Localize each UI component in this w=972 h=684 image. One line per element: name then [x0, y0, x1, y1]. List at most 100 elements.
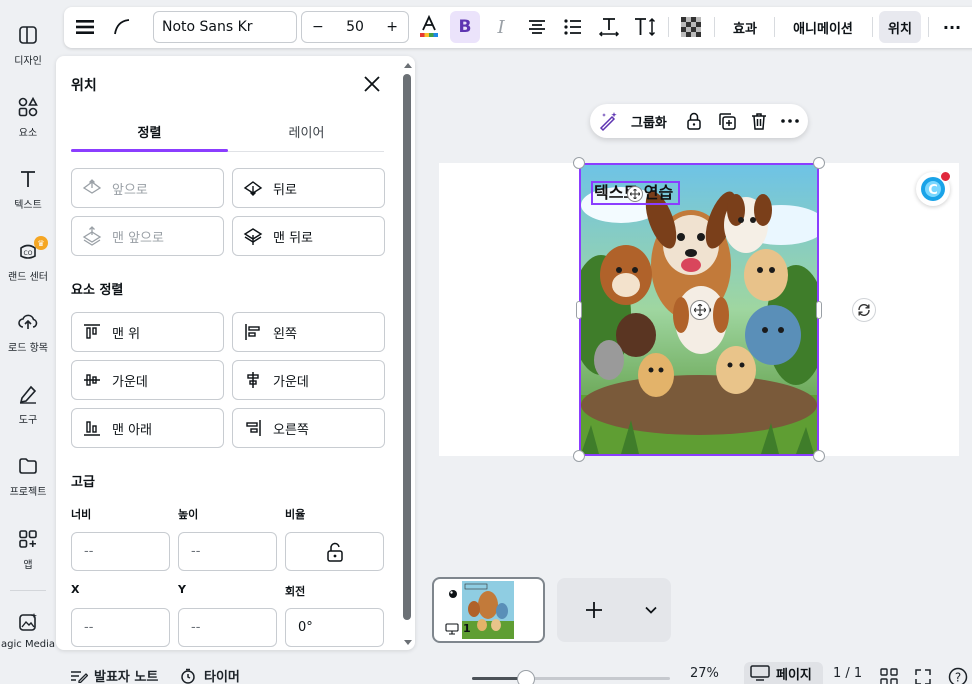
bold-button[interactable]: B: [450, 11, 480, 43]
align-top-button[interactable]: 맨 위: [71, 312, 224, 352]
rail-label: 로드 항목: [8, 343, 48, 354]
rail-item-apps[interactable]: 앱: [0, 528, 56, 571]
timer-button[interactable]: 타이머: [180, 666, 240, 684]
send-to-back-button[interactable]: 맨 뒤로: [232, 216, 385, 256]
align-center-button[interactable]: 가운데: [232, 360, 385, 400]
tab-arrange[interactable]: 정렬: [71, 122, 228, 141]
vertical-text-button[interactable]: [630, 11, 660, 43]
lock-icon[interactable]: [684, 111, 704, 131]
font-size-input[interactable]: 50: [346, 19, 364, 35]
align-bottom-button[interactable]: 맨 아래: [71, 408, 224, 448]
unlock-icon: [326, 542, 343, 562]
height-input[interactable]: --: [178, 532, 277, 571]
align-middle-button[interactable]: 가운데: [71, 360, 224, 400]
pages-view-button[interactable]: 페이지: [744, 662, 823, 684]
effects-button[interactable]: 효과: [722, 11, 768, 43]
text-align-button[interactable]: [522, 11, 552, 43]
send-backward-button[interactable]: 뒤로: [232, 168, 385, 208]
animation-button[interactable]: 애니메이션: [780, 11, 866, 43]
rotate-button[interactable]: [852, 298, 876, 322]
magic-edit-icon[interactable]: [597, 110, 619, 132]
font-size-decrease-button[interactable]: −: [312, 19, 324, 35]
width-input[interactable]: --: [71, 532, 170, 571]
rail-label: 디자인: [14, 56, 42, 67]
transparency-button[interactable]: [676, 11, 706, 43]
more-options-button[interactable]: ···: [934, 11, 970, 43]
position-button[interactable]: 위치: [879, 11, 921, 43]
rail-item-brand[interactable]: CO ♛ 랜드 센터: [0, 236, 56, 283]
toolbar-divider: [928, 17, 929, 37]
image-move-handle-icon[interactable]: [690, 300, 710, 320]
bring-to-front-button[interactable]: 맨 앞으로: [71, 216, 224, 256]
zoom-percentage[interactable]: 27%: [690, 666, 719, 681]
hamburger-menu-button[interactable]: [70, 11, 100, 43]
trash-icon[interactable]: [749, 111, 769, 131]
rail-item-uploads[interactable]: 로드 항목: [0, 311, 56, 354]
rail-item-text[interactable]: 텍스트: [0, 168, 56, 211]
close-panel-button[interactable]: [362, 74, 382, 94]
rotate-icon: [858, 303, 870, 317]
add-page-button[interactable]: [557, 578, 671, 642]
font-size-increase-button[interactable]: +: [386, 19, 398, 35]
canva-assistant-button[interactable]: C: [916, 171, 951, 206]
curve-text-button[interactable]: [106, 11, 138, 43]
align-center-label: 가운데: [273, 374, 309, 390]
rotation-input[interactable]: 0°: [285, 608, 384, 647]
layout-icon: [19, 26, 37, 44]
help-icon[interactable]: ?: [948, 667, 968, 684]
rail-item-draw[interactable]: 도구: [0, 383, 56, 426]
rail-item-design[interactable]: 디자인: [0, 24, 56, 67]
tab-layers[interactable]: 레이어: [228, 122, 385, 141]
grid-view-icon[interactable]: [880, 668, 898, 684]
y-input[interactable]: --: [178, 608, 277, 647]
list-button[interactable]: [558, 11, 588, 43]
svg-text:CO: CO: [24, 250, 33, 257]
bring-forward-button[interactable]: 앞으로: [71, 168, 224, 208]
rail-label: 도구: [18, 415, 38, 426]
align-left-button[interactable]: 왼쪽: [232, 312, 385, 352]
crown-badge-icon: ♛: [34, 236, 48, 250]
resize-handle-bottom-left[interactable]: [573, 450, 585, 462]
rail-item-magic-media[interactable]: agic Media: [0, 611, 56, 650]
bring-to-front-label: 맨 앞으로: [112, 230, 164, 246]
ratio-lock-button[interactable]: [285, 532, 384, 571]
text-icon: [21, 171, 35, 187]
bottom-bar: 발표자 노트 타이머 27% 페이지 1 / 1 ?: [0, 662, 972, 684]
folder-icon: [19, 458, 37, 474]
resize-handle-right[interactable]: [816, 301, 822, 319]
left-rail: 디자인 요소 텍스트 CO ♛ 랜드 센터 로드 항목 도구 프로젝트 앱 ag…: [0, 0, 56, 684]
letter-spacing-button[interactable]: [594, 11, 624, 43]
resize-handle-top-left[interactable]: [573, 157, 585, 169]
rail-item-elements[interactable]: 요소: [0, 96, 56, 139]
italic-button[interactable]: I: [486, 11, 516, 43]
rail-label: 앱: [23, 560, 33, 571]
scrollbar-thumb[interactable]: [403, 74, 411, 620]
align-right-button[interactable]: 오른쪽: [232, 408, 385, 448]
page-thumbnail[interactable]: 1: [432, 577, 545, 643]
font-family-select[interactable]: Noto Sans Kr: [153, 11, 297, 43]
resize-handle-top-right[interactable]: [813, 157, 825, 169]
rail-divider: [10, 590, 46, 591]
shapes-icon: [18, 96, 38, 117]
text-move-handle-icon[interactable]: [627, 186, 643, 202]
align-bottom-label: 맨 아래: [112, 422, 153, 438]
curve-icon: [114, 19, 130, 35]
rail-item-projects[interactable]: 프로젝트: [0, 455, 56, 498]
fullscreen-icon[interactable]: [914, 668, 932, 684]
duplicate-icon[interactable]: [717, 111, 737, 131]
x-input[interactable]: --: [71, 608, 170, 647]
x-label: X: [71, 583, 80, 596]
chevron-down-icon[interactable]: [644, 603, 658, 617]
resize-handle-left[interactable]: [576, 301, 582, 319]
bring-forward-label: 앞으로: [112, 182, 148, 198]
resize-handle-bottom-right[interactable]: [813, 450, 825, 462]
group-button[interactable]: 그룹화: [631, 112, 667, 131]
more-icon[interactable]: [780, 111, 800, 131]
back-icon: [243, 228, 263, 245]
presenter-notes-button[interactable]: 발표자 노트: [70, 666, 158, 684]
backward-icon: [243, 181, 263, 196]
text-color-button[interactable]: [414, 11, 444, 43]
toolbar-divider: [714, 17, 715, 37]
align-left-icon: [245, 324, 260, 340]
zoom-slider-knob[interactable]: [517, 670, 535, 684]
